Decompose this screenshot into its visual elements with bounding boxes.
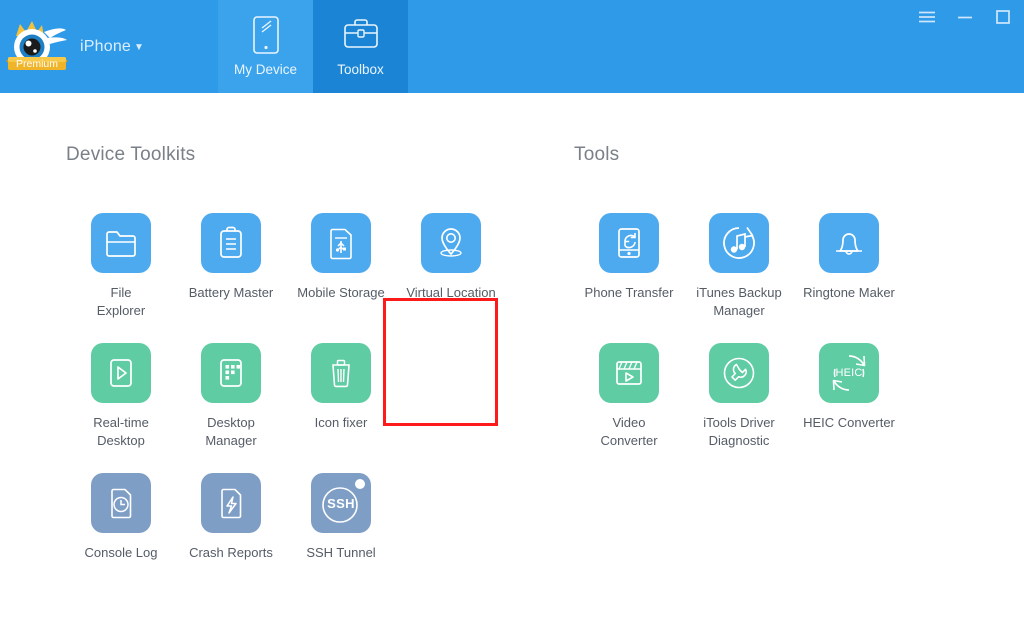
tool-label: iTools Driver Diagnostic — [703, 415, 775, 448]
tool-console-log[interactable]: Console Log — [66, 463, 176, 562]
phone-transfer-icon — [599, 213, 659, 273]
film-play-icon — [599, 343, 659, 403]
play-screen-icon — [91, 343, 151, 403]
tool-crash-reports[interactable]: Crash Reports — [176, 463, 286, 562]
tool-label: Battery Master — [188, 285, 274, 300]
tool-phone-transfer[interactable]: Phone Transfer — [574, 203, 684, 320]
device-selector[interactable]: iPhone ▼ — [80, 38, 144, 56]
section-title-tools: Tools — [574, 144, 620, 165]
tool-virtual-location[interactable]: Virtual Location — [396, 203, 506, 320]
map-pin-icon — [421, 213, 481, 273]
tab-my-device[interactable]: My Device — [218, 0, 313, 93]
tool-label: Crash Reports — [189, 545, 273, 560]
tool-desktop-manager[interactable]: Desktop Manager — [176, 333, 286, 450]
clipboard-icon — [201, 213, 261, 273]
tool-video-converter[interactable]: Video Converter — [574, 333, 684, 450]
tools-row-1: Phone Transfer iTunes Backup Manager Rin… — [574, 203, 904, 320]
briefcase-icon — [341, 14, 381, 56]
bell-icon — [819, 213, 879, 273]
itunes-sync-icon — [709, 213, 769, 273]
tool-heic-converter[interactable]: HEIC HEIC Converter — [794, 333, 904, 450]
heic-refresh-icon: HEIC — [819, 343, 879, 403]
toolkit-row-1: File Explorer Battery Master Mobile Stor… — [66, 203, 506, 320]
tool-label: Icon fixer — [314, 415, 368, 430]
tab-my-device-label: My Device — [233, 62, 297, 77]
tool-itunes-backup-manager[interactable]: iTunes Backup Manager — [684, 203, 794, 320]
toolkit-row-3: Console Log Crash Reports SSH SSH Tunnel — [66, 463, 506, 562]
tool-file-explorer[interactable]: File Explorer — [66, 203, 176, 320]
tool-label: Video Converter — [600, 415, 658, 448]
tab-toolbox-label: Toolbox — [337, 62, 384, 77]
itools-bird-logo-icon: Premium — [4, 14, 70, 80]
app-window: Premium iPhone ▼ My Device Toolbox Devic… — [0, 0, 1024, 643]
maximize-icon[interactable] — [992, 6, 1014, 28]
ssh-circle-icon: SSH — [311, 473, 371, 533]
tool-label: Desktop Manager — [205, 415, 257, 448]
tool-real-time-desktop[interactable]: Real-time Desktop — [66, 333, 176, 450]
tool-label: SSH Tunnel — [306, 545, 376, 560]
wrench-icon — [709, 343, 769, 403]
chevron-down-icon: ▼ — [134, 41, 145, 53]
tool-label: Mobile Storage — [297, 285, 385, 300]
tools-row-2: Video Converter iTools Driver Diagnostic — [574, 333, 904, 450]
tool-label: Phone Transfer — [584, 285, 674, 300]
premium-badge-text: Premium — [16, 58, 58, 70]
brand-area: Premium iPhone ▼ — [0, 0, 218, 93]
tool-label: Ringtone Maker — [803, 285, 895, 300]
tool-label: iTunes Backup Manager — [696, 285, 782, 318]
usb-card-icon — [311, 213, 371, 273]
bolt-document-icon — [201, 473, 261, 533]
device-toolkits-grid: File Explorer Battery Master Mobile Stor… — [66, 203, 506, 562]
tool-icon-fixer[interactable]: Icon fixer — [286, 333, 396, 450]
tool-itools-driver-diagnostic[interactable]: iTools Driver Diagnostic — [684, 333, 794, 450]
tool-label: Real-time Desktop — [93, 415, 149, 448]
app-grid-icon — [201, 343, 261, 403]
folder-icon — [91, 213, 151, 273]
minimize-icon[interactable] — [954, 6, 976, 28]
tools-grid: Phone Transfer iTunes Backup Manager Rin… — [574, 203, 904, 450]
clock-document-icon — [91, 473, 151, 533]
hamburger-icon[interactable] — [916, 6, 938, 28]
toolkit-row-2: Real-time Desktop Desktop Manager Icon f… — [66, 333, 506, 450]
window-controls — [916, 6, 1014, 28]
section-title-device-toolkits: Device Toolkits — [66, 144, 196, 165]
tool-label: File Explorer — [96, 285, 146, 318]
tool-label: Console Log — [84, 545, 158, 560]
tab-toolbox[interactable]: Toolbox — [313, 0, 408, 93]
device-selector-label: iPhone — [80, 37, 132, 55]
heic-label: HEIC — [835, 367, 863, 379]
tablet-icon — [251, 14, 281, 56]
tool-battery-master[interactable]: Battery Master — [176, 203, 286, 320]
tool-ssh-tunnel[interactable]: SSH SSH Tunnel — [286, 463, 396, 562]
trash-icon — [311, 343, 371, 403]
tool-label: HEIC Converter — [803, 415, 895, 430]
main-tabs: My Device Toolbox — [218, 0, 408, 93]
tool-label: Virtual Location — [406, 285, 496, 300]
notification-dot — [355, 479, 365, 489]
tool-mobile-storage[interactable]: Mobile Storage — [286, 203, 396, 320]
title-bar: Premium iPhone ▼ My Device Toolbox — [0, 0, 1024, 93]
toolbox-content: Device Toolkits Tools File Explorer Batt… — [0, 93, 1024, 643]
tool-ringtone-maker[interactable]: Ringtone Maker — [794, 203, 904, 320]
